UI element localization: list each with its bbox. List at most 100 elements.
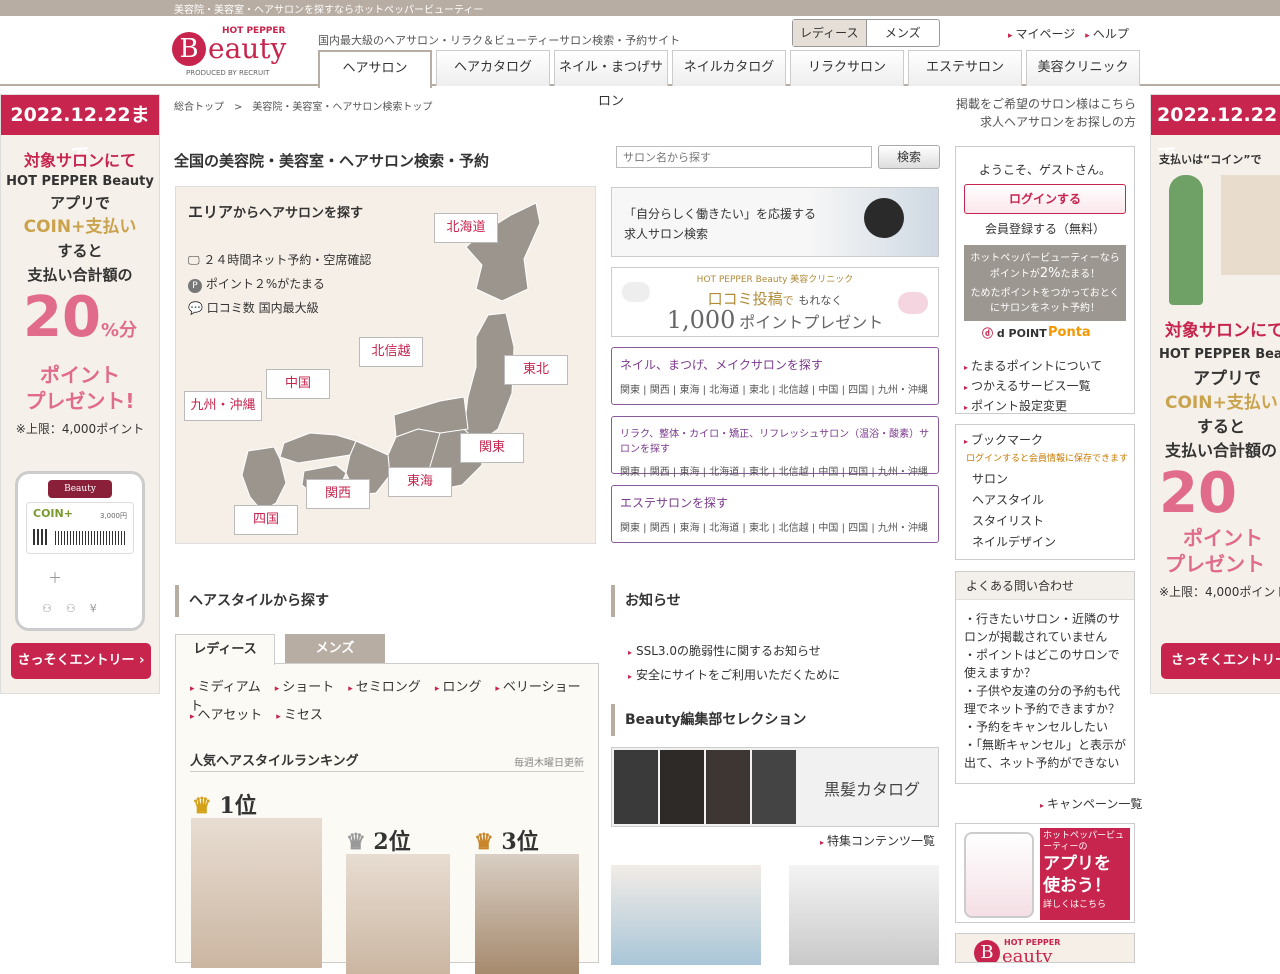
faq-item[interactable]: ・子供や友達の分の予約も代理でネット予約できますか？ xyxy=(964,682,1128,718)
region-hokushinetsu[interactable]: 北信越 xyxy=(359,337,423,367)
nail-search-title[interactable]: ネイル、まつげ、メイクサロンを探す xyxy=(612,348,938,373)
point-about-link[interactable]: たまるポイントについて xyxy=(964,357,1102,377)
feature-photo-2[interactable] xyxy=(789,865,939,965)
area-link[interactable]: 関東 xyxy=(620,467,640,478)
campaign-link[interactable]: キャンペーン一覧 xyxy=(1040,795,1142,815)
length-short[interactable]: ショート xyxy=(275,680,335,695)
length-hairset[interactable]: ヘアセット xyxy=(190,708,262,723)
news-item[interactable]: 安全にサイトをご利用いただくために xyxy=(628,664,840,688)
recruit-promo-banner[interactable]: 「自分らしく働きたい」を応援する 求人サロン検索 xyxy=(611,187,939,257)
bottom-ad-banner[interactable]: HOT PEPPER B eauty xyxy=(955,933,1135,963)
ad-entry-button[interactable]: さっそくエントリー › xyxy=(1161,643,1280,679)
area-link[interactable]: 北海道 xyxy=(709,467,739,478)
area-link[interactable]: 四国 xyxy=(848,467,868,478)
region-kanto[interactable]: 関東 xyxy=(460,433,524,463)
faq-item[interactable]: ・ポイントはどこのサロンで使えますか？ xyxy=(964,646,1128,682)
area-link[interactable]: 関西 xyxy=(650,385,670,396)
area-link[interactable]: 関東 xyxy=(620,523,640,534)
esthe-search-title[interactable]: エステサロンを探す xyxy=(612,486,938,511)
point-settings-link[interactable]: ポイント設定変更 xyxy=(964,397,1102,417)
map-chugoku[interactable] xyxy=(279,432,357,464)
login-button[interactable]: ログインする xyxy=(964,184,1126,214)
region-hokkaido[interactable]: 北海道 xyxy=(434,213,498,243)
rank1-photo[interactable] xyxy=(191,818,322,968)
feature-contents-link[interactable]: 特集コンテンツ一覧 xyxy=(820,832,935,852)
bookmark-hairstyle[interactable]: ヘアスタイル xyxy=(972,490,1056,511)
black-hair-catalog-banner[interactable]: 黒髪カタログ xyxy=(611,747,939,827)
area-link[interactable]: 北信越 xyxy=(779,523,809,534)
area-link[interactable]: 中国 xyxy=(818,467,838,478)
tab-mens[interactable]: メンズ xyxy=(285,634,385,664)
recruit-link[interactable]: 求人ヘアサロンをお探しの方 xyxy=(940,113,1136,131)
feature-photo-1[interactable] xyxy=(611,865,761,965)
area-link[interactable]: 東海 xyxy=(679,467,699,478)
left-ad-banner[interactable]: 2022.12.22まで 対象サロンにて HOT PEPPER Beauty ア… xyxy=(0,94,160,694)
salon-search-input[interactable] xyxy=(616,146,872,168)
area-link[interactable]: 北信越 xyxy=(779,467,809,478)
tab-hair-catalog[interactable]: ヘアカタログ xyxy=(436,50,550,86)
register-link[interactable]: 会員登録する（無料） xyxy=(956,220,1134,237)
region-kansai[interactable]: 関西 xyxy=(306,479,370,509)
area-link[interactable]: 中国 xyxy=(818,523,838,534)
mypage-link[interactable]: マイページ xyxy=(1008,27,1075,41)
length-long[interactable]: ロング xyxy=(435,680,482,695)
bookmark-stylist[interactable]: スタイリスト xyxy=(972,511,1056,532)
region-kyushu[interactable]: 九州・沖縄 xyxy=(184,391,262,421)
area-link[interactable]: 東北 xyxy=(749,523,769,534)
right-ad-banner[interactable]: 2022.12.22まで 支払いは“コイン”で 対象サロンにて HOT PEPP… xyxy=(1150,94,1280,694)
area-link[interactable]: 中国 xyxy=(818,385,838,396)
length-mrs[interactable]: ミセス xyxy=(276,708,323,723)
faq-item[interactable]: ・行きたいサロン・近隣のサロンが掲載されていません xyxy=(964,610,1128,646)
length-medium[interactable]: ミディアム xyxy=(190,680,261,695)
help-link[interactable]: ヘルプ xyxy=(1085,27,1129,41)
gender-ladies-button[interactable]: レディース xyxy=(793,20,867,46)
tab-nail-eyelash[interactable]: ネイル・まつげサロン xyxy=(554,50,668,109)
length-semilong[interactable]: セミロング xyxy=(348,680,421,695)
area-link[interactable]: 東北 xyxy=(749,385,769,396)
region-chugoku[interactable]: 中国 xyxy=(266,369,330,399)
bookmark-salon[interactable]: サロン xyxy=(972,469,1056,490)
ad-entry-button[interactable]: さっそくエントリー › xyxy=(11,643,151,679)
area-link[interactable]: 関西 xyxy=(650,523,670,534)
tab-relax[interactable]: リラクサロン xyxy=(790,50,904,86)
rank2-photo[interactable] xyxy=(346,854,450,974)
rank3-photo[interactable] xyxy=(475,854,579,974)
relax-area-links: 関東 | 関西 | 東海 | 北海道 | 東北 | 北信越 | 中国 | 四国 … xyxy=(620,467,928,478)
gender-mens-button[interactable]: メンズ xyxy=(867,20,940,46)
news-item[interactable]: SSL3.0の脆弱性に関するお知らせ xyxy=(628,640,840,664)
area-link[interactable]: 九州・沖縄 xyxy=(878,467,928,478)
bookmark-nail[interactable]: ネイルデザイン xyxy=(972,532,1056,553)
clinic-promo-banner[interactable]: HOT PEPPER Beauty 美容クリニック 口コミ投稿で もれなく 1,… xyxy=(611,267,939,337)
faq-item[interactable]: ・「無断キャンセル」と表示が出て、ネット予約ができない xyxy=(964,736,1128,772)
area-link[interactable]: 九州・沖縄 xyxy=(878,523,928,534)
map-kyushu[interactable] xyxy=(241,446,287,512)
point-services-link[interactable]: つかえるサービス一覧 xyxy=(964,377,1102,397)
search-button[interactable]: 検索 xyxy=(878,145,940,169)
tab-ladies[interactable]: レディース xyxy=(175,634,275,665)
relax-search-title[interactable]: リラク、整体・カイロ・矯正、リフレッシュサロン（温浴・酸素）サロンを探す xyxy=(612,417,938,455)
area-link[interactable]: 東北 xyxy=(749,467,769,478)
area-link[interactable]: 北海道 xyxy=(709,385,739,396)
area-link[interactable]: 東海 xyxy=(679,523,699,534)
area-link[interactable]: 関西 xyxy=(650,467,670,478)
area-link[interactable]: 九州・沖縄 xyxy=(878,385,928,396)
area-link[interactable]: 北海道 xyxy=(709,523,739,534)
tab-clinic[interactable]: 美容クリニック xyxy=(1026,50,1140,86)
region-tokai[interactable]: 東海 xyxy=(388,467,452,497)
region-tohoku[interactable]: 東北 xyxy=(504,355,568,385)
tab-hair-salon[interactable]: ヘアサロン xyxy=(318,50,432,88)
bookmark-title[interactable]: ブックマーク xyxy=(964,431,1043,451)
breadcrumb-top[interactable]: 総合トップ xyxy=(174,102,224,113)
area-link[interactable]: 関東 xyxy=(620,385,640,396)
region-shikoku[interactable]: 四国 xyxy=(234,505,298,535)
area-link[interactable]: 四国 xyxy=(848,523,868,534)
site-logo[interactable]: HOT PEPPER B eauty PRODUCED BY RECRUIT xyxy=(172,24,297,80)
app-ad-banner[interactable]: ホットペッパービューティーの アプリを 使おう！ 詳しくはこちら xyxy=(955,823,1135,923)
tab-nail-catalog[interactable]: ネイルカタログ xyxy=(672,50,786,86)
area-link[interactable]: 東海 xyxy=(679,385,699,396)
area-link[interactable]: 北信越 xyxy=(779,385,809,396)
area-link[interactable]: 四国 xyxy=(848,385,868,396)
faq-item[interactable]: ・予約をキャンセルしたい xyxy=(964,718,1128,736)
listing-link[interactable]: 掲載をご希望のサロン様はこちら xyxy=(940,95,1136,113)
tab-esthe[interactable]: エステサロン xyxy=(908,50,1022,86)
